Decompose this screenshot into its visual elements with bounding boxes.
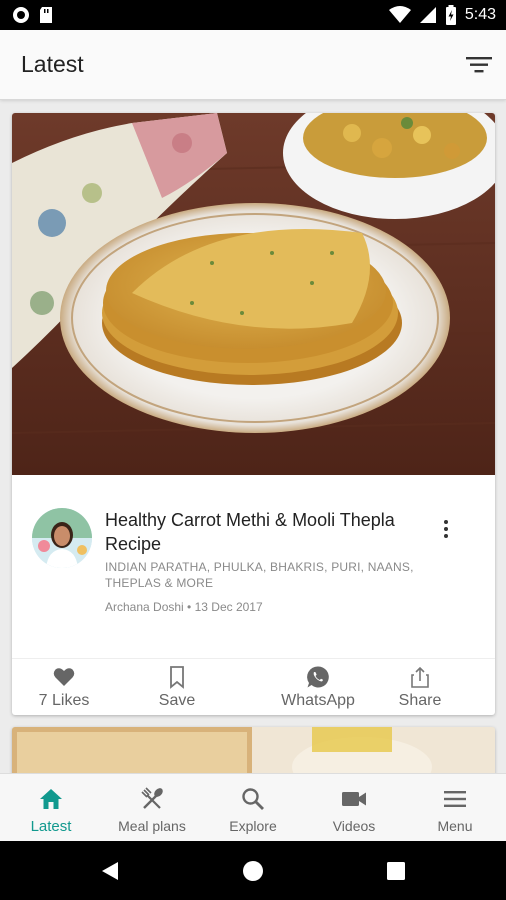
nav-label-latest: Latest [30,818,72,835]
nav-label-meal-plans: Meal plans [118,818,186,834]
status-time: 5:43 [464,6,496,23]
heart-icon [53,668,75,686]
recipe-card[interactable] [12,727,495,773]
recipe-image[interactable] [12,113,495,475]
battery-icon [445,5,456,25]
fork-spoon-icon [141,787,163,809]
filter-button[interactable] [464,50,494,80]
recipe-title[interactable]: Healthy Carrot Methi & Mooli Thepla Reci… [105,508,435,556]
recipe-meta: Archana Doshi • 13 Dec 2017 [105,600,263,614]
card-actions: 7 Likes Save WhatsApp Share [12,658,495,715]
home-icon [40,789,62,809]
filter-icon [466,57,492,73]
nav-label-videos: Videos [332,818,376,834]
whatsapp-button[interactable]: WhatsApp [268,659,368,715]
wifi-icon [388,6,411,23]
like-button[interactable]: 7 Likes [24,659,104,715]
author-name[interactable]: Archana Doshi [105,600,184,614]
system-navigation-bar [0,841,506,900]
nav-item-meal-plans[interactable]: Meal plans [102,774,202,842]
nav-item-explore[interactable]: Explore [203,774,303,842]
nav-item-menu[interactable]: Menu [405,774,505,842]
search-icon [242,788,264,810]
recipe-feed[interactable]: Healthy Carrot Methi & Mooli Thepla Reci… [0,101,506,773]
like-count: 7 Likes [38,692,90,709]
sd-card-icon [40,7,52,23]
back-button[interactable] [98,859,122,883]
share-button[interactable]: Share [380,659,460,715]
nav-item-latest[interactable]: Latest [1,774,101,842]
recipe-image[interactable] [12,727,495,773]
post-date: 13 Dec 2017 [194,600,263,614]
menu-icon [444,791,466,807]
whatsapp-icon [307,666,329,688]
app-bar: Latest [0,30,506,100]
recents-button[interactable] [384,859,408,883]
more-options-button[interactable] [434,517,458,541]
home-button[interactable] [241,859,265,883]
author-photo [32,508,92,568]
nav-label-explore: Explore [229,818,277,834]
share-icon [411,666,429,688]
circle-notification-icon [13,7,29,23]
share-label: Share [398,692,442,709]
bookmark-icon [170,666,184,689]
whatsapp-label: WhatsApp [281,692,355,709]
nav-item-videos[interactable]: Videos [304,774,404,842]
nav-label-menu: Menu [437,818,473,834]
recipe-category[interactable]: INDIAN PARATHA, PHULKA, BHAKRIS, PURI, N… [105,559,435,591]
meta-separator: • [183,600,195,614]
video-camera-icon [342,792,366,806]
recipe-card[interactable]: Healthy Carrot Methi & Mooli Thepla Reci… [12,113,495,715]
bottom-navigation: Latest Meal plans Explore Videos Menu [0,773,506,841]
recents-square-icon [387,862,405,880]
signal-icon [419,7,436,23]
more-vertical-icon [444,520,448,538]
page-title: Latest [21,51,84,77]
home-circle-icon [243,861,263,881]
author-avatar[interactable] [32,508,92,568]
save-button[interactable]: Save [137,659,217,715]
save-label: Save [158,692,196,709]
back-triangle-icon [102,862,118,880]
status-bar: 5:43 [0,0,506,30]
